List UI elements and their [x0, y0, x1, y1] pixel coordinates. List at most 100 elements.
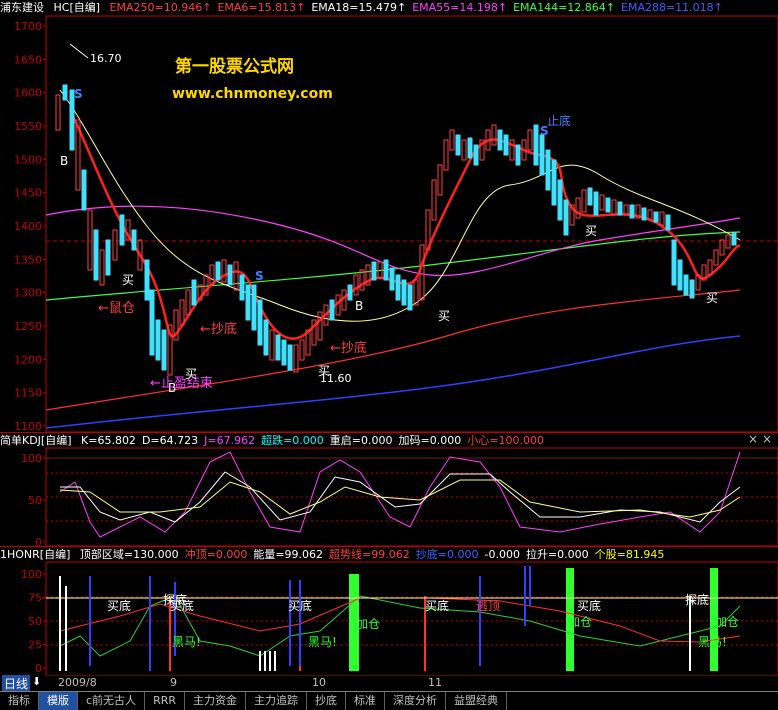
price-candle: [99, 249, 105, 286]
price-candle: [191, 279, 197, 306]
template-tab-bar: 指标 模版 c前无古人 RRR 主力资金 主力追踪 抄底 标准 深度分析 益盟经典: [0, 691, 778, 710]
honr-bottom-spikes: [89, 566, 531, 671]
buy-bottom-label-1: 买底: [107, 598, 131, 613]
price-candle: [671, 239, 677, 286]
price-candle: [155, 319, 161, 361]
price-candle: [653, 211, 659, 223]
buy-label-5: 买: [585, 224, 597, 238]
price-candle: [605, 197, 611, 213]
template-tab[interactable]: 指标: [0, 692, 39, 710]
loss-end-label: ←止盈结束: [150, 376, 213, 391]
template-tab[interactable]: RRR: [145, 692, 185, 710]
date-axis: 日线 ⬇ 2009/8 9 10 11: [0, 675, 778, 692]
y-tick-label: 50: [28, 615, 42, 628]
add-label-2: 加仓: [568, 615, 592, 629]
price-candle: [215, 261, 221, 281]
price-candle: [353, 274, 359, 296]
price-candle: [539, 134, 545, 176]
date-tick: 2009/8: [58, 676, 97, 689]
y-tick-label: 25: [28, 639, 42, 652]
signal-s-1: S: [74, 87, 83, 101]
template-tab[interactable]: 标准: [346, 692, 385, 710]
y-tick-label: 1650: [14, 53, 42, 66]
y-tick-label: 1250: [14, 320, 42, 333]
signal-b-1: B: [60, 154, 68, 168]
price-candle: [545, 149, 551, 191]
price-candle: [449, 129, 455, 151]
price-candle: [81, 169, 87, 211]
buy-bottom-label-5: 买底: [577, 598, 601, 613]
template-tab[interactable]: 益盟经典: [446, 692, 507, 710]
y-tick-label: 1350: [14, 253, 42, 266]
price-candle: [515, 144, 521, 166]
price-candle: [575, 197, 581, 219]
price-candle: [144, 259, 150, 301]
add-label-1: 加仓: [356, 617, 380, 631]
y-tick-label: 1300: [14, 287, 42, 300]
price-candle: [413, 279, 419, 306]
kdj-d-line: [59, 479, 741, 518]
price-candle: [659, 211, 665, 226]
price-candle: [227, 264, 233, 286]
watermark-url: www.chnmoney.com: [172, 86, 333, 102]
price-candle: [87, 209, 93, 271]
price-candle: [55, 94, 61, 131]
buy-bottom-label-2: 买底: [170, 598, 194, 613]
price-candle: [161, 329, 167, 371]
price-candle: [491, 124, 497, 146]
template-tab[interactable]: 主力追踪: [246, 692, 307, 710]
main-price-chart[interactable]: 1700 1650 1600 1550 1500 1450 1400 1350 1300 1250…: [0, 0, 778, 432]
kdj-pane[interactable]: 简单KDJ[自编] K=65.802 D=64.723 J=67.962 超跌=0.0…: [0, 432, 778, 546]
y-tick-label: 50: [28, 494, 42, 507]
template-tab[interactable]: 深度分析: [385, 692, 446, 710]
kdj-chart[interactable]: 100 50 0: [0, 432, 778, 546]
price-candle: [431, 179, 437, 221]
template-tab[interactable]: c前无古人: [78, 692, 146, 710]
price-candle: [347, 284, 353, 301]
price-candle: [665, 214, 671, 231]
y-tick-label: 100: [21, 452, 42, 465]
price-candle: [317, 311, 323, 341]
signal-b-2: B: [355, 299, 363, 313]
price-candle: [593, 191, 599, 216]
y-tick-label: 1450: [14, 187, 42, 200]
stop-bottom-label: 止底: [547, 113, 571, 128]
price-candle: [443, 139, 449, 171]
honr-pane[interactable]: 1HONR[自编] 顶部区域=130.000 冲顶=0.000 能量=99.062 超…: [0, 546, 778, 676]
price-candle: [713, 249, 719, 266]
date-tick: 11: [428, 676, 442, 689]
price-candle: [629, 204, 635, 219]
price-candle: [497, 129, 503, 151]
dark-horse-label-2: 黑马!: [308, 635, 337, 649]
template-tab[interactable]: 模版: [39, 692, 78, 710]
price-candle: [269, 329, 275, 361]
high-label: 16.70: [90, 52, 122, 65]
honr-chart[interactable]: 1007550250 买底 探底 买底 买底 买底 逃顶 买底 探底 加仓 加仓…: [0, 546, 778, 676]
buy-label-1: 买: [122, 273, 134, 287]
price-candle: [281, 339, 287, 366]
price-candle: [677, 259, 683, 291]
bottom-label-1: ←抄底: [200, 321, 237, 337]
price-candle: [251, 284, 257, 331]
main-price-pane[interactable]: 浦东建设 HC[自编] EMA250=10.946↑ EMA6=15.813↑ EM…: [0, 0, 778, 432]
template-tab[interactable]: 主力资金: [185, 692, 246, 710]
price-candle: [683, 274, 689, 296]
price-candle: [185, 289, 191, 316]
y-tick-label: 1400: [14, 220, 42, 233]
price-candle: [329, 299, 335, 321]
template-tab[interactable]: 抄底: [307, 692, 346, 710]
price-candle: [299, 339, 305, 361]
price-candle: [389, 267, 395, 291]
honr-trend-line: [59, 597, 741, 643]
buy-label-4: 买: [438, 309, 450, 323]
price-candle: [371, 261, 377, 281]
price-candle: [119, 214, 125, 246]
buy-label-3: 买: [318, 364, 330, 378]
price-candle: [473, 144, 479, 166]
price-candle: [455, 134, 461, 156]
period-arrow-icon[interactable]: ⬇: [32, 675, 41, 688]
period-label[interactable]: 日线: [2, 675, 31, 692]
signal-s-2: S: [255, 269, 264, 283]
price-candle: [275, 334, 281, 361]
bottom-label-2: ←抄底: [330, 340, 367, 356]
